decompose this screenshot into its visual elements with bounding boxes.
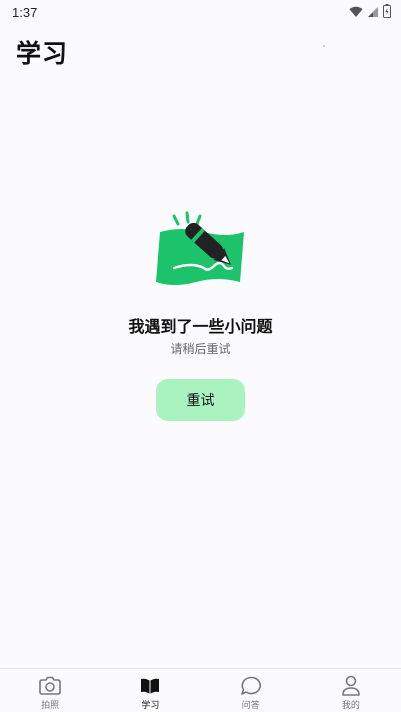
book-icon bbox=[139, 675, 161, 697]
chat-bubble-icon bbox=[240, 675, 262, 697]
nav-label-camera: 拍照 bbox=[41, 701, 60, 711]
bottom-nav: 拍照 学习 问答 我的 bbox=[0, 668, 401, 712]
nav-item-profile[interactable]: 我的 bbox=[301, 669, 401, 712]
header-dot bbox=[323, 45, 325, 47]
app-screen: 1:37 学习 我遇到了一些小问题 请稍后重试 重试 拍照 学习 问答 我的 bbox=[0, 0, 401, 712]
status-bar: 1:37 bbox=[0, 0, 401, 24]
wifi-icon bbox=[349, 3, 363, 22]
nav-label-profile: 我的 bbox=[341, 701, 360, 711]
status-time: 1:37 bbox=[12, 4, 38, 20]
nav-item-qa[interactable]: 问答 bbox=[201, 669, 301, 712]
nav-label-study: 学习 bbox=[141, 701, 160, 711]
nav-item-study[interactable]: 学习 bbox=[100, 669, 200, 712]
pen-writing-illustration bbox=[156, 211, 244, 285]
camera-icon bbox=[39, 675, 61, 697]
nav-item-camera[interactable]: 拍照 bbox=[0, 669, 100, 712]
status-icons bbox=[349, 3, 391, 22]
user-icon bbox=[340, 675, 362, 697]
error-subtitle: 请稍后重试 bbox=[170, 342, 231, 356]
battery-icon bbox=[383, 3, 391, 22]
error-title: 我遇到了一些小问题 bbox=[128, 317, 273, 336]
retry-button[interactable]: 重试 bbox=[156, 379, 245, 421]
page-title: 学习 bbox=[16, 39, 69, 68]
nav-label-qa: 问答 bbox=[241, 701, 260, 711]
signal-icon bbox=[367, 3, 379, 22]
